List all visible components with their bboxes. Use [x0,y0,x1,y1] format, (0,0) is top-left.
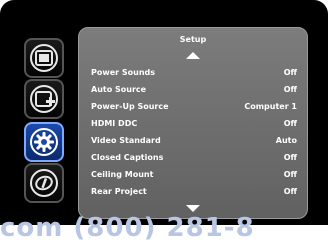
menu-item-value: Off [283,153,297,162]
menu-item-label: Rear Project [91,187,147,196]
menu-item-value: Off [283,119,297,128]
menu-item-value: Off [283,170,297,179]
menu-item-rear-project[interactable]: Rear Project Off [91,186,297,198]
menu-item-label: Ceiling Mount [91,170,154,179]
menu-item-value: Off [283,85,297,94]
menu-item-label: Power Sounds [91,68,156,77]
triangle-down-icon [186,205,200,212]
menu-item-hdmi-ddc[interactable]: HDMI DDC Off [91,118,297,130]
menu-item-value: Computer 1 [244,102,297,111]
menu-item-closed-captions[interactable]: Closed Captions Off [91,152,297,164]
picture-icon [30,44,58,72]
sidebar-setup-button[interactable] [24,122,64,162]
menu-item-video-standard[interactable]: Video Standard Auto [91,135,297,147]
menu-item-label: Video Standard [91,136,161,145]
menu-item-label: Power-Up Source [91,102,169,111]
sidebar-info-button[interactable] [24,163,64,203]
osd-screen: Setup Power Sounds Off Auto Source Off P… [0,0,328,225]
menu-item-ceiling-mount[interactable]: Ceiling Mount Off [91,169,297,181]
gear-icon [30,128,58,156]
sidebar-picture-add-button[interactable] [24,79,64,119]
phone-watermark: com (800) 281-8 [0,213,255,243]
menu-item-label: Closed Captions [91,153,164,162]
menu-title: Setup [179,35,207,44]
menu-item-value: Off [283,68,297,77]
scroll-up-arrow[interactable] [79,52,307,59]
scroll-down-arrow[interactable] [79,205,307,212]
menu-item-power-sounds[interactable]: Power Sounds Off [91,67,297,79]
picture-add-icon [30,85,58,113]
info-icon [30,169,58,197]
sidebar-picture-button[interactable] [24,38,64,78]
setup-menu-panel: Setup Power Sounds Off Auto Source Off P… [78,27,308,219]
menu-item-label: Auto Source [91,85,147,94]
menu-item-label: HDMI DDC [91,119,138,128]
triangle-up-icon [186,52,200,59]
menu-item-auto-source[interactable]: Auto Source Off [91,84,297,96]
menu-item-value: Auto [275,136,297,145]
menu-item-value: Off [283,187,297,196]
menu-item-power-up-source[interactable]: Power-Up Source Computer 1 [91,101,297,113]
